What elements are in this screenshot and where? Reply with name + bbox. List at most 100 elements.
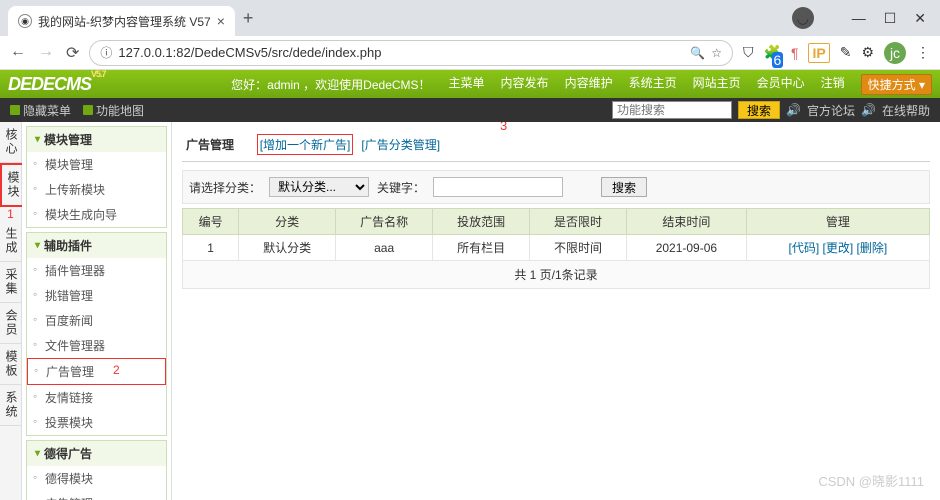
sb-item-dede-module[interactable]: 德得模块 bbox=[27, 466, 166, 491]
breadcrumb: 广告管理 [增加一个新广告] [广告分类管理] bbox=[182, 128, 930, 162]
url-field[interactable]: ⓘ 127.0.0.1:82/DedeCMSv5/src/dede/index.… bbox=[89, 40, 733, 66]
col-cat: 分类 bbox=[239, 209, 336, 235]
welcome-text: 您好：admin ，欢迎使用DedeCMS！ bbox=[231, 76, 430, 93]
menu-member[interactable]: 会员中心 bbox=[757, 74, 805, 95]
vtab-system[interactable]: 系统 bbox=[0, 385, 23, 426]
table-row: 1 默认分类 aaa 所有栏目 不限时间 2021-09-06 [代码] [更改… bbox=[183, 235, 930, 261]
arrow-down-icon: ▾ bbox=[35, 240, 40, 251]
filter-cat-label: 请选择分类： bbox=[189, 179, 261, 196]
top-menu: 主菜单 内容发布 内容维护 系统主页 网站主页 会员中心 注销 快捷方式 ▾ bbox=[449, 74, 932, 95]
filter-row: 请选择分类： 默认分类... 关键字： 搜索 bbox=[182, 170, 930, 204]
sound-icon: 🔊 bbox=[786, 103, 801, 117]
sb-item-dede-ad[interactable]: 广告管理 bbox=[27, 491, 166, 500]
logo: DEDECMSV5.7 bbox=[8, 74, 106, 95]
sb-head-module[interactable]: ▾模块管理 bbox=[27, 127, 166, 152]
sb-group-module: ▾模块管理 模块管理 上传新模块 模块生成向导 bbox=[26, 126, 167, 228]
help-link[interactable]: 在线帮助 bbox=[882, 102, 930, 119]
ad-table: 编号 分类 广告名称 投放范围 是否限时 结束时间 管理 1 默认分类 aaa … bbox=[182, 208, 930, 261]
menu-logout[interactable]: 注销 bbox=[821, 74, 845, 95]
close-icon[interactable]: × bbox=[217, 13, 225, 29]
sb-item-module-mgr[interactable]: 模块管理 bbox=[27, 152, 166, 177]
hide-menu-link[interactable]: 隐藏菜单 bbox=[10, 102, 71, 119]
cell-scope: 所有栏目 bbox=[433, 235, 530, 261]
table-header-row: 编号 分类 广告名称 投放范围 是否限时 结束时间 管理 bbox=[183, 209, 930, 235]
window-close[interactable]: ✕ bbox=[914, 10, 926, 27]
menu-maintain[interactable]: 内容维护 bbox=[565, 74, 613, 95]
forum-link[interactable]: 官方论坛 bbox=[807, 102, 855, 119]
arrow-down-icon: ▾ bbox=[35, 134, 40, 145]
sb-head-dede-ad[interactable]: ▾德得广告 bbox=[27, 441, 166, 466]
col-scope: 投放范围 bbox=[433, 209, 530, 235]
cell-ops[interactable]: [代码] [更改] [删除] bbox=[746, 235, 929, 261]
cell-id: 1 bbox=[183, 235, 239, 261]
menu-quick[interactable]: 快捷方式 ▾ bbox=[861, 74, 932, 95]
sidebar: ▾模块管理 模块管理 上传新模块 模块生成向导 ▾辅助插件 插件管理器 挑错管理… bbox=[22, 122, 172, 500]
sitemap-link[interactable]: 功能地图 bbox=[83, 102, 144, 119]
annotation-3: 3 bbox=[500, 122, 507, 133]
filter-kw-label: 关键字： bbox=[377, 179, 425, 196]
add-ad-link[interactable]: [增加一个新广告] bbox=[257, 134, 354, 155]
function-search-button[interactable]: 搜索 bbox=[738, 101, 780, 119]
url-text: 127.0.0.1:82/DedeCMSv5/src/dede/index.ph… bbox=[118, 45, 684, 60]
watermark: CSDN @晓影1111 bbox=[818, 471, 924, 490]
square-icon bbox=[83, 105, 93, 115]
forward-icon[interactable]: → bbox=[38, 43, 54, 63]
browser-tab[interactable]: ◉ 我的网站-织梦内容管理系统 V57 × bbox=[8, 6, 235, 36]
vtab-generate[interactable]: 生成 bbox=[0, 221, 23, 262]
sb-group-dede-ad: ▾德得广告 德得模块 广告管理 查看报表 结算中心 德得设置 bbox=[26, 440, 167, 500]
ad-category-link[interactable]: [广告分类管理] bbox=[361, 136, 440, 153]
sb-item-file-mgr[interactable]: 文件管理器 bbox=[27, 333, 166, 358]
main-layout: 核心 模块 1 生成 采集 会员 模板 系统 ▾模块管理 模块管理 上传新模块 … bbox=[0, 122, 940, 500]
sb-item-module-wizard[interactable]: 模块生成向导 bbox=[27, 202, 166, 227]
menu-main[interactable]: 主菜单 bbox=[449, 74, 485, 95]
filter-cat-select[interactable]: 默认分类... bbox=[269, 177, 369, 197]
tab-title: 我的网站-织梦内容管理系统 V57 bbox=[38, 13, 211, 30]
sb-item-error-mgr[interactable]: 挑错管理 bbox=[27, 283, 166, 308]
sb-item-friendlink[interactable]: 友情链接 bbox=[27, 385, 166, 410]
back-icon[interactable]: ← bbox=[10, 43, 26, 63]
menu-publish[interactable]: 内容发布 bbox=[501, 74, 549, 95]
filter-kw-input[interactable] bbox=[433, 177, 563, 197]
cell-limit: 不限时间 bbox=[530, 235, 627, 261]
sb-item-baidu-news[interactable]: 百度新闻 bbox=[27, 308, 166, 333]
col-end: 结束时间 bbox=[627, 209, 747, 235]
col-ops: 管理 bbox=[746, 209, 929, 235]
col-name: 广告名称 bbox=[336, 209, 433, 235]
search-in-page-icon[interactable]: 🔍 bbox=[690, 46, 705, 60]
info-icon[interactable]: ⓘ bbox=[100, 44, 112, 61]
reload-icon[interactable]: ⟳ bbox=[66, 43, 79, 63]
window-minimize[interactable]: — bbox=[852, 10, 866, 26]
menu-icon[interactable]: ⋮ bbox=[916, 44, 930, 61]
function-search-input[interactable] bbox=[612, 101, 732, 119]
sb-item-ad-mgr[interactable]: 广告管理2 bbox=[27, 358, 166, 385]
star-icon[interactable]: ☆ bbox=[711, 46, 722, 60]
arrow-down-icon: ▾ bbox=[35, 448, 40, 459]
col-limit: 是否限时 bbox=[530, 209, 627, 235]
vtab-template[interactable]: 模板 bbox=[0, 344, 23, 385]
new-tab-button[interactable]: + bbox=[243, 8, 254, 29]
vtab-collect[interactable]: 采集 bbox=[0, 262, 23, 303]
filter-search-button[interactable]: 搜索 bbox=[601, 177, 647, 197]
shield-icon[interactable]: ⛉ bbox=[743, 44, 754, 61]
vtab-member[interactable]: 会员 bbox=[0, 303, 23, 344]
ip-ext-icon[interactable]: IP bbox=[808, 43, 829, 63]
sb-item-upload-module[interactable]: 上传新模块 bbox=[27, 177, 166, 202]
sb-item-vote[interactable]: 投票模块 bbox=[27, 410, 166, 435]
annotation-2: 2 bbox=[113, 363, 120, 377]
sb-item-plugin-mgr[interactable]: 插件管理器 bbox=[27, 258, 166, 283]
menu-sitehome[interactable]: 网站主页 bbox=[693, 74, 741, 95]
sub-header: 隐藏菜单 功能地图 搜索 🔊 官方论坛 🔊 在线帮助 bbox=[0, 98, 940, 122]
settings-icon[interactable]: ⚙ bbox=[861, 44, 874, 61]
browser-profile-icon[interactable]: ◡ bbox=[792, 7, 814, 29]
extensions-icon[interactable]: 🧩6 bbox=[764, 44, 781, 61]
menu-syshome[interactable]: 系统主页 bbox=[629, 74, 677, 95]
globe-icon: ◉ bbox=[18, 14, 32, 28]
vtab-core[interactable]: 核心 bbox=[0, 122, 23, 163]
paragraph-icon[interactable]: ¶ bbox=[791, 45, 799, 61]
sb-head-plugin[interactable]: ▾辅助插件 bbox=[27, 233, 166, 258]
user-avatar[interactable]: jc bbox=[884, 42, 906, 64]
window-maximize[interactable]: ☐ bbox=[884, 10, 897, 27]
sb-group-plugin: ▾辅助插件 插件管理器 挑错管理 百度新闻 文件管理器 广告管理2 友情链接 投… bbox=[26, 232, 167, 436]
cms-header: DEDECMSV5.7 您好：admin ，欢迎使用DedeCMS！ 主菜单 内… bbox=[0, 70, 940, 98]
wand-icon[interactable]: ✎ bbox=[840, 44, 852, 61]
